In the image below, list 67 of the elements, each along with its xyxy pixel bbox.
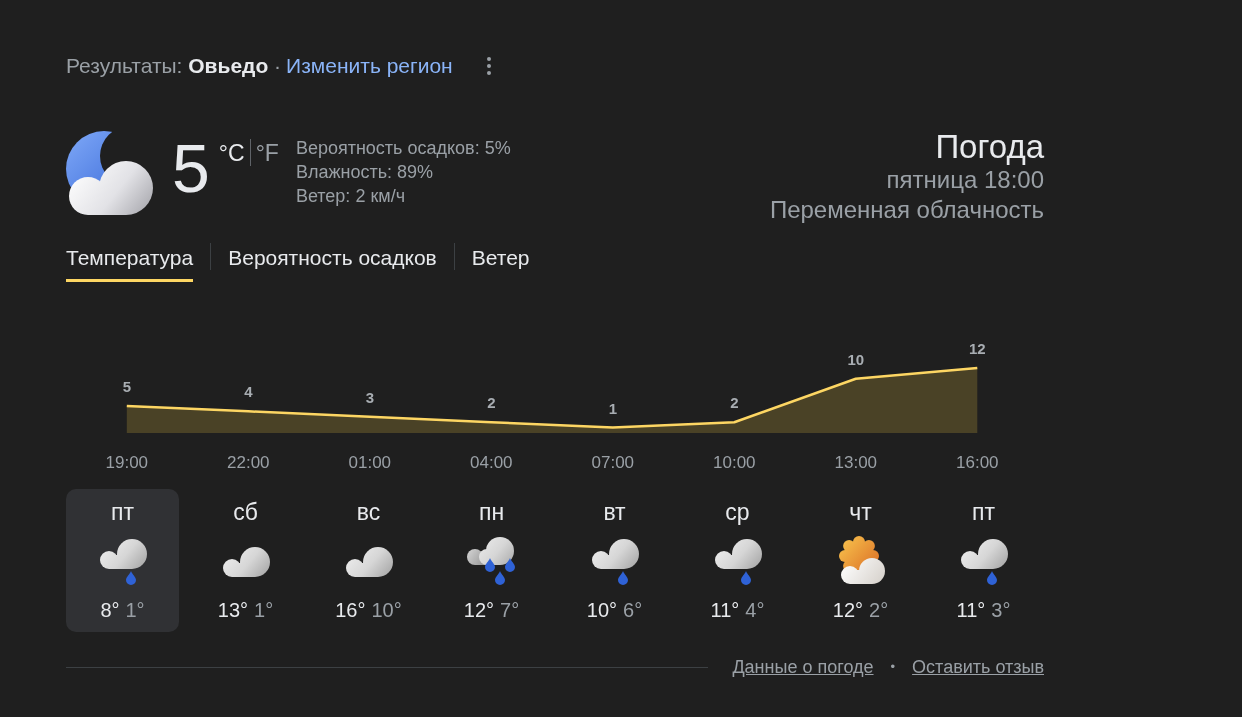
day-card[interactable]: вс 16° 10° bbox=[312, 489, 425, 632]
x-axis-label: 04:00 bbox=[470, 453, 513, 472]
low-temperature: 7° bbox=[500, 598, 520, 622]
chart-tab[interactable]: Ветер bbox=[471, 240, 530, 282]
day-card[interactable]: пт 11° 3° bbox=[927, 489, 1040, 632]
high-temperature: 13° bbox=[217, 598, 249, 622]
low-temperature: 1° bbox=[125, 598, 145, 622]
low-temperature: 3° bbox=[991, 598, 1011, 622]
low-temperature: 1° bbox=[254, 598, 274, 622]
value-label: 10 bbox=[847, 350, 865, 368]
date-time-text: пятница 18:00 bbox=[886, 165, 1044, 195]
value-label: 2 bbox=[487, 394, 496, 412]
unit-option[interactable]: °F bbox=[255, 139, 279, 166]
high-temperature: 12° bbox=[463, 598, 495, 622]
change-region-link[interactable]: Изменить регион bbox=[286, 54, 453, 78]
weather-detail: Вероятность осадков: 5% bbox=[295, 137, 511, 160]
high-temperature: 11° bbox=[710, 598, 740, 622]
x-axis-label: 22:00 bbox=[227, 453, 270, 472]
x-axis-label: 10:00 bbox=[713, 453, 756, 472]
high-temperature: 10° bbox=[586, 598, 618, 622]
value-label: 5 bbox=[122, 377, 131, 395]
day-name: вт bbox=[603, 499, 626, 525]
weather-detail: Влажность: 89% bbox=[295, 161, 434, 184]
footer-link[interactable]: Данные о погоде bbox=[732, 655, 874, 679]
day-name: чт bbox=[849, 499, 872, 525]
low-temperature: 10° bbox=[371, 598, 402, 622]
x-axis-label: 07:00 bbox=[591, 453, 635, 472]
results-text: Результаты: Овьедо · bbox=[66, 54, 282, 78]
high-temperature: 11° bbox=[956, 598, 986, 622]
day-name: пт bbox=[972, 499, 995, 525]
value-label: 1 bbox=[608, 399, 617, 417]
moon-cloud-icon bbox=[66, 128, 156, 218]
day-name: сб bbox=[233, 499, 258, 525]
condition-text: Переменная облачность bbox=[769, 195, 1044, 225]
day-name: пт bbox=[111, 499, 134, 525]
weather-detail: Ветер: 2 км/ч bbox=[295, 185, 405, 208]
value-label: 4 bbox=[244, 383, 253, 401]
value-label: 2 bbox=[730, 394, 739, 412]
high-temperature: 8° bbox=[100, 598, 120, 622]
day-card[interactable]: пн 12° 7° bbox=[435, 489, 548, 632]
day-card[interactable]: пт 8° 1° bbox=[66, 489, 179, 632]
day-card[interactable]: ср 11° 4° bbox=[681, 489, 794, 632]
value-label: 3 bbox=[365, 388, 374, 406]
bullet-separator: • bbox=[890, 658, 896, 676]
x-axis-label: 01:00 bbox=[348, 453, 392, 472]
chart-tab[interactable]: Вероятность осадков bbox=[228, 240, 437, 282]
low-temperature: 2° bbox=[869, 598, 889, 622]
chart-tab[interactable]: Температура bbox=[66, 240, 194, 282]
day-name: вс bbox=[356, 499, 381, 525]
low-temperature: 4° bbox=[745, 598, 765, 622]
x-axis-label: 19:00 bbox=[105, 453, 149, 472]
day-card[interactable]: вт 10° 6° bbox=[558, 489, 671, 632]
x-axis-label: 16:00 bbox=[956, 453, 999, 472]
more-icon[interactable] bbox=[486, 57, 491, 75]
footer-link[interactable]: Оставить отзыв bbox=[912, 655, 1044, 679]
high-temperature: 12° bbox=[832, 598, 864, 622]
low-temperature: 6° bbox=[623, 598, 643, 622]
x-axis-label: 13:00 bbox=[834, 453, 878, 472]
value-label: 12 bbox=[968, 340, 986, 357]
day-card[interactable]: чт 12° 2° bbox=[804, 489, 917, 632]
high-temperature: 16° bbox=[335, 598, 366, 622]
weather-title: Погода bbox=[935, 129, 1044, 165]
day-name: пн bbox=[478, 499, 505, 525]
current-temperature: 5 bbox=[172, 134, 210, 202]
unit-option[interactable]: °C bbox=[218, 139, 245, 166]
day-card[interactable]: сб 13° 1° bbox=[189, 489, 302, 632]
day-name: ср bbox=[725, 499, 750, 525]
